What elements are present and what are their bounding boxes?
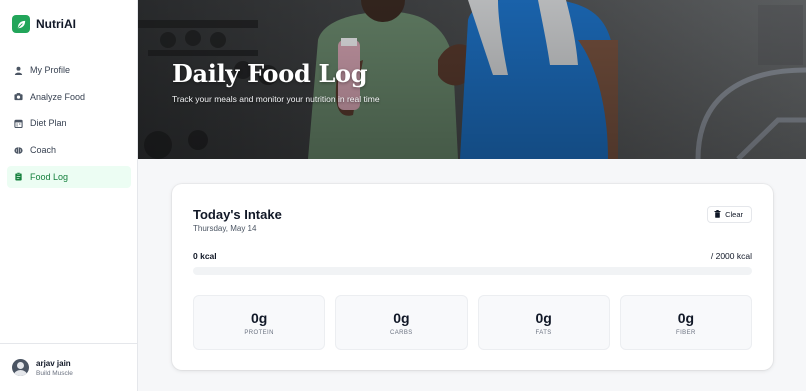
camera-icon: [14, 92, 23, 101]
clipboard-icon: [14, 172, 23, 181]
macro-label: CARBS: [390, 329, 413, 336]
calories-goal: / 2000 kcal: [710, 251, 752, 261]
sidebar-item-label: Coach: [30, 145, 57, 156]
sidebar-item-my-profile[interactable]: My Profile: [7, 59, 131, 81]
app-name: NutriAI: [36, 17, 76, 31]
user-profile[interactable]: arjav jain Build Muscle: [0, 343, 137, 391]
macro-label: FIBER: [676, 329, 696, 336]
user-info: arjav jain Build Muscle: [36, 359, 73, 377]
sidebar-item-coach[interactable]: Coach: [7, 139, 131, 161]
sidebar-item-label: My Profile: [30, 65, 71, 75]
macro-value: 0g: [677, 309, 695, 326]
sidebar-item-diet-plan[interactable]: Diet Plan: [7, 112, 131, 134]
sidebar-nav: My Profile Analyze Food Diet Plan Coach …: [7, 59, 131, 192]
macro-grid: 0g PROTEIN 0g CARBS 0g FATS 0g FIBER: [193, 295, 752, 350]
macro-fats: 0g FATS: [477, 295, 610, 350]
card-title: Today's Intake: [193, 207, 282, 222]
calendar-icon: [14, 119, 23, 128]
sidebar-item-label: Diet Plan: [30, 118, 67, 129]
card-date: Thursday, May 14: [193, 224, 257, 233]
sidebar-item-label: Food Log: [30, 171, 69, 182]
hero-banner: Daily Food Log Track your meals and moni…: [138, 0, 806, 159]
user-name: arjav jain: [36, 358, 71, 368]
leaf-icon: [12, 15, 30, 33]
clear-button-label: Clear: [725, 210, 743, 219]
clear-button[interactable]: Clear: [707, 206, 752, 223]
macro-value: 0g: [535, 309, 552, 326]
macro-protein: 0g PROTEIN: [193, 295, 326, 350]
avatar: [12, 359, 29, 376]
calorie-progress-bar: [193, 267, 752, 275]
sidebar-item-analyze-food[interactable]: Analyze Food: [7, 86, 131, 108]
brain-icon: [14, 146, 23, 155]
sidebar-item-food-log[interactable]: Food Log: [7, 165, 131, 188]
macro-value: 0g: [250, 309, 268, 326]
calories-consumed: 0 kcal: [193, 251, 217, 261]
macro-label: FATS: [535, 329, 552, 336]
brand[interactable]: NutriAI: [12, 15, 76, 33]
user-icon: [14, 66, 23, 75]
macro-fiber: 0g FIBER: [619, 295, 752, 350]
macro-value: 0g: [393, 309, 410, 326]
user-goal: Build Muscle: [36, 369, 73, 377]
sidebar: NutriAI My Profile Analyze Food Diet Pla…: [0, 0, 138, 391]
page-subtitle: Track your meals and monitor your nutrit…: [172, 94, 380, 104]
todays-intake-card: Today's Intake Thursday, May 14 Clear 0 …: [172, 184, 773, 370]
macro-carbs: 0g CARBS: [335, 295, 468, 350]
macro-label: PROTEIN: [244, 329, 274, 336]
page-title: Daily Food Log: [172, 59, 368, 88]
sidebar-item-label: Analyze Food: [30, 91, 86, 102]
trash-icon: [714, 209, 721, 220]
